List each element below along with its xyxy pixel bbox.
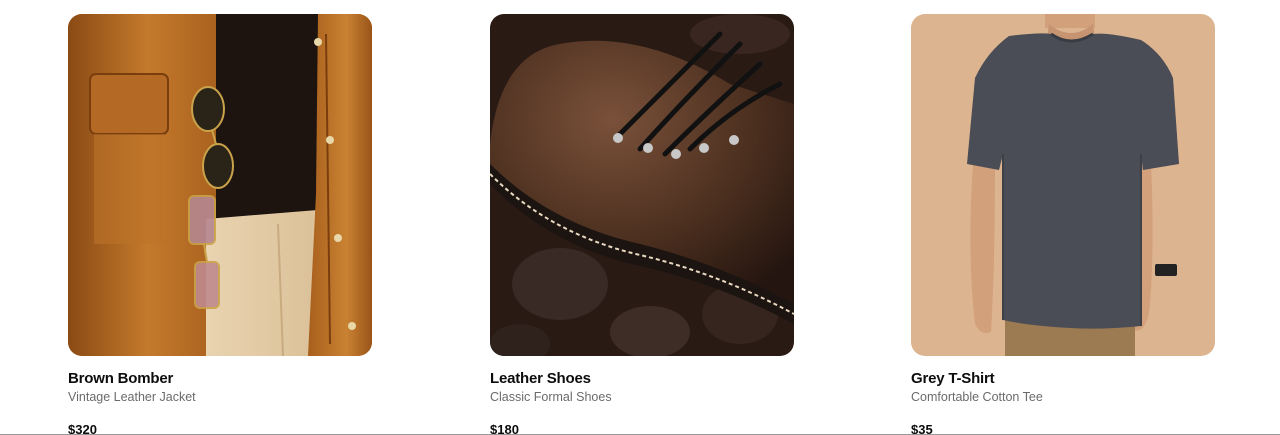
- product-title[interactable]: Grey T-Shirt: [911, 370, 1215, 388]
- product-image-grey-tshirt[interactable]: [911, 14, 1215, 356]
- product-image-leather-shoes[interactable]: [490, 14, 794, 356]
- product-description: Classic Formal Shoes: [490, 390, 612, 404]
- product-title[interactable]: Leather Shoes: [490, 370, 794, 388]
- product-card-leather-shoes[interactable]: Leather Shoes Classic Formal Shoes $180: [490, 14, 794, 435]
- product-description: Comfortable Cotton Tee: [911, 390, 1043, 404]
- product-grid: Brown Bomber Vintage Leather Jacket $320: [0, 0, 1280, 435]
- product-image-brown-bomber[interactable]: [68, 14, 372, 356]
- product-card-brown-bomber[interactable]: Brown Bomber Vintage Leather Jacket $320: [68, 14, 372, 435]
- product-title[interactable]: Brown Bomber: [68, 370, 372, 388]
- product-card-grey-tshirt[interactable]: Grey T-Shirt Comfortable Cotton Tee $35: [911, 14, 1215, 435]
- product-description: Vintage Leather Jacket: [68, 390, 196, 404]
